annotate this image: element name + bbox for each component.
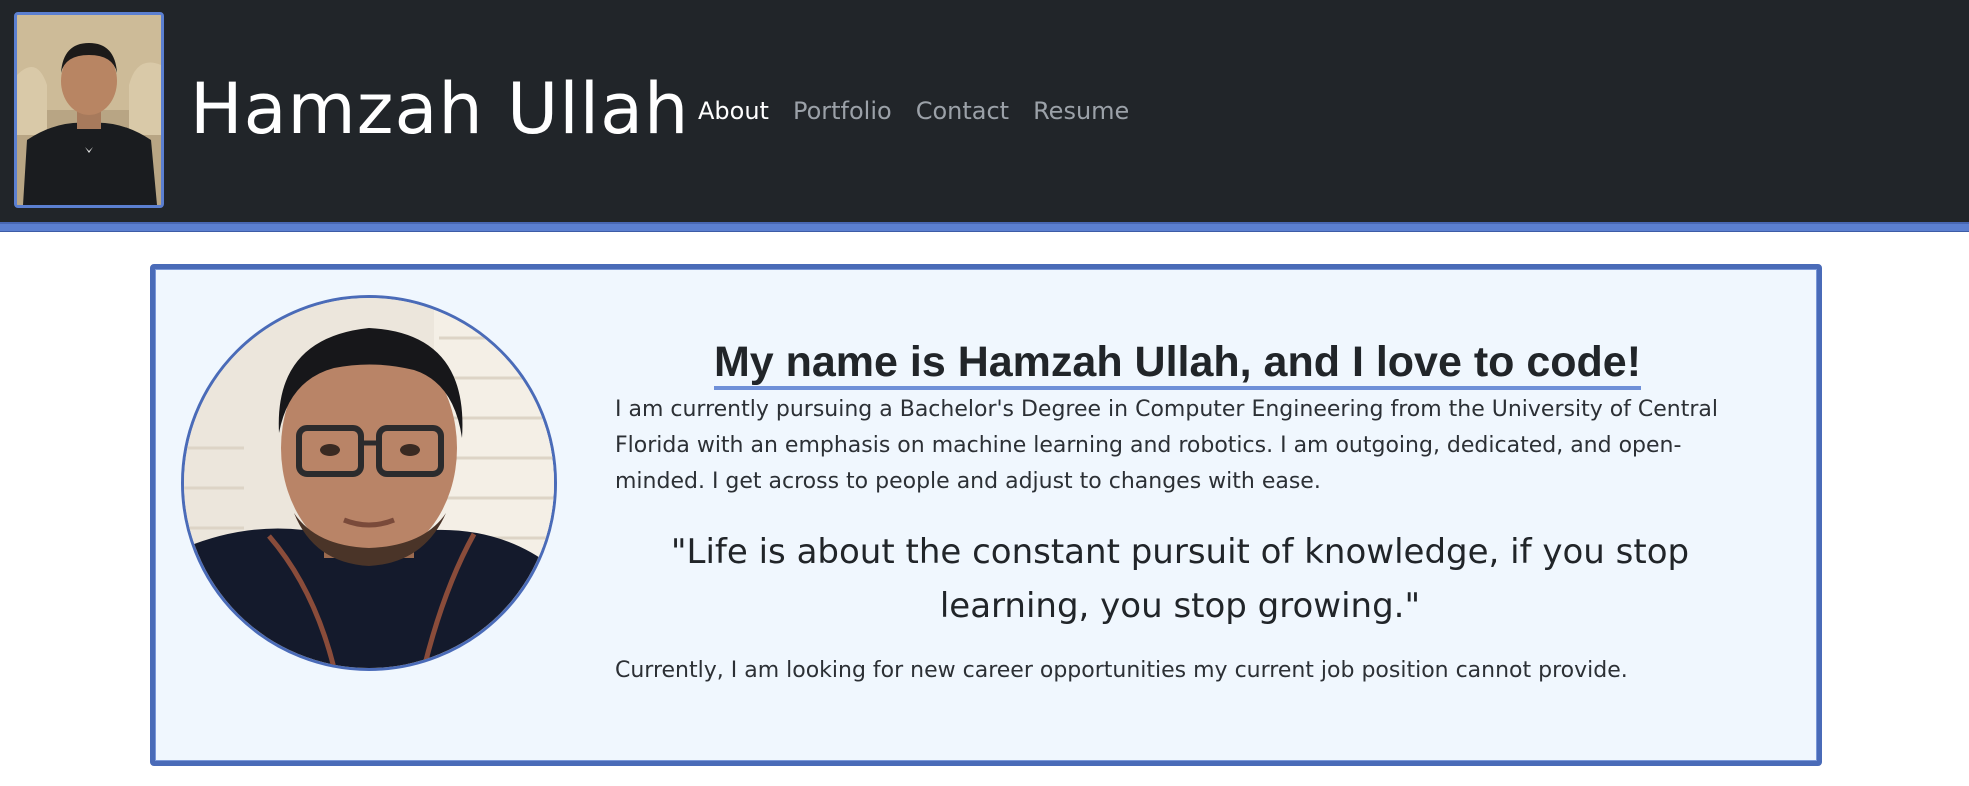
nav-contact[interactable]: Contact	[916, 92, 1009, 130]
about-quote: "Life is about the constant pursuit of k…	[670, 532, 1690, 626]
about-headline: My name is Hamzah Ullah, and I love to c…	[610, 334, 1745, 390]
profile-thumbnail-photo	[17, 15, 161, 205]
main-nav: About Portfolio Contact Resume	[698, 92, 1129, 130]
about-bio: I am currently pursuing a Bachelor's Deg…	[615, 397, 1719, 494]
site-title[interactable]: Hamzah Ullah	[190, 64, 689, 154]
profile-thumbnail[interactable]	[14, 12, 164, 208]
about-card: My name is Hamzah Ullah, and I love to c…	[150, 264, 1822, 766]
portrait-photo-art	[184, 298, 554, 668]
site-header: Hamzah Ullah About Portfolio Contact Res…	[0, 0, 1969, 222]
nav-portfolio[interactable]: Portfolio	[793, 92, 892, 130]
nav-about[interactable]: About	[698, 92, 769, 130]
about-headline-text: My name is Hamzah Ullah, and I love to c…	[713, 337, 1642, 390]
header-divider	[0, 222, 1969, 232]
nav-resume[interactable]: Resume	[1033, 92, 1129, 130]
about-current-status: Currently, I am looking for new career o…	[615, 658, 1628, 683]
portrait-photo	[181, 295, 557, 671]
